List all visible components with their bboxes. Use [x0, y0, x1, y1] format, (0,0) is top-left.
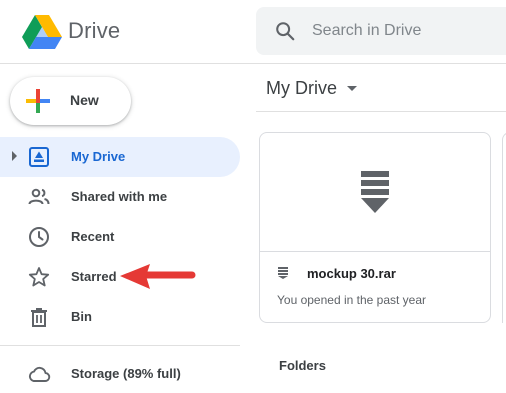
sidebar-item-label: My Drive	[71, 149, 126, 164]
archive-icon	[361, 171, 389, 213]
sidebar-item-shared-with-me[interactable]: Shared with me	[0, 177, 240, 217]
main-content: My Drive mockup 30.rar You opened in the…	[256, 64, 506, 393]
sidebar: New My Drive Shared with me Recent Starr…	[0, 64, 256, 393]
archive-small-icon	[278, 267, 288, 279]
sidebar-item-label: Recent	[71, 229, 115, 244]
clock-icon	[29, 227, 49, 247]
top-bar: Drive	[0, 0, 506, 64]
plus-icon	[26, 89, 50, 113]
sidebar-item-label: Starred	[71, 269, 117, 284]
trash-icon	[31, 308, 47, 327]
file-subtitle: You opened in the past year	[277, 293, 427, 307]
file-preview	[260, 133, 490, 252]
page-title[interactable]: My Drive	[266, 78, 337, 99]
expand-caret-icon[interactable]	[12, 151, 17, 161]
sidebar-item-bin[interactable]: Bin	[0, 297, 240, 337]
sidebar-item-recent[interactable]: Recent	[0, 217, 240, 257]
new-button[interactable]: New	[10, 77, 131, 125]
file-name: mockup 30.rar	[307, 266, 396, 281]
app-title: Drive	[68, 18, 121, 43]
search-box[interactable]	[256, 7, 506, 55]
folders-heading: Folders	[279, 358, 326, 373]
my-drive-icon	[29, 147, 49, 167]
sidebar-item-label: Storage (89% full)	[71, 366, 181, 381]
star-icon	[28, 267, 50, 287]
sidebar-item-my-drive[interactable]: My Drive	[0, 137, 240, 177]
sidebar-item-label: Bin	[71, 309, 92, 324]
sidebar-item-label: Shared with me	[71, 189, 168, 204]
annotation-arrow-icon	[120, 264, 196, 289]
people-icon	[28, 188, 50, 205]
new-button-label: New	[70, 92, 99, 108]
search-icon[interactable]	[274, 20, 296, 42]
main-title-row: My Drive	[256, 64, 506, 112]
search-input[interactable]	[312, 7, 506, 55]
cloud-icon	[28, 366, 51, 382]
google-drive-logo-icon[interactable]	[22, 14, 62, 50]
sidebar-divider	[0, 345, 240, 346]
sidebar-item-storage[interactable]: Storage (89% full)	[0, 354, 240, 393]
file-card-partial[interactable]	[502, 132, 506, 323]
chevron-down-icon[interactable]	[347, 86, 357, 91]
file-card[interactable]: mockup 30.rar You opened in the past yea…	[259, 132, 491, 323]
